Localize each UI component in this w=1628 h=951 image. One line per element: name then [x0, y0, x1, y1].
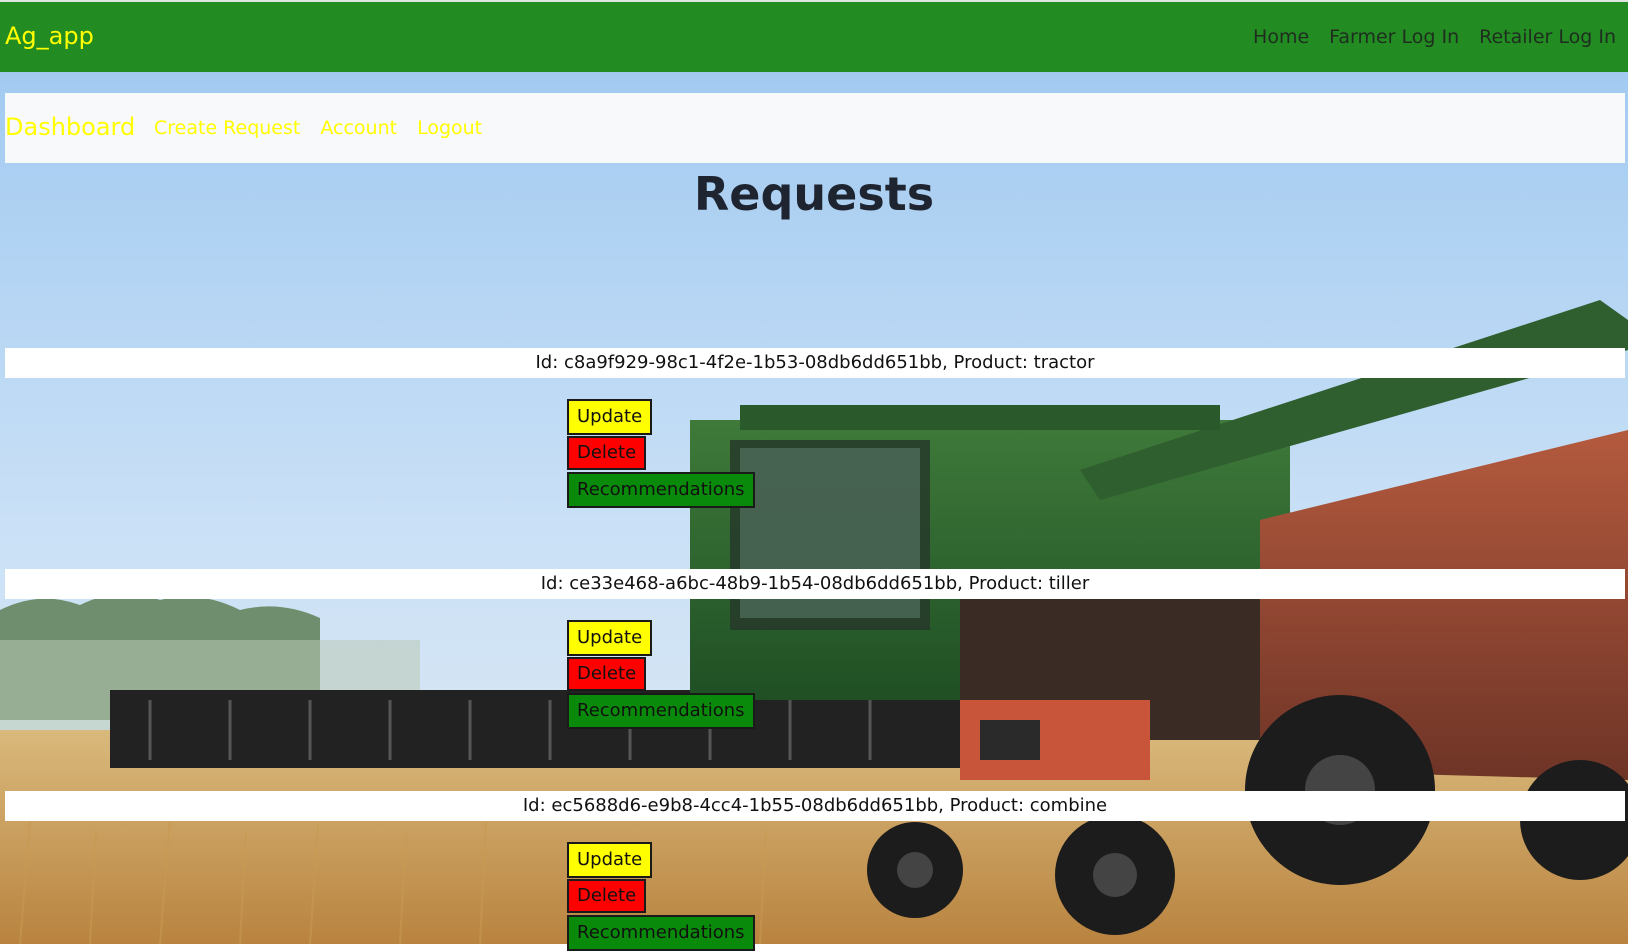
dashboard-navbar: Dashboard Create Request Account Logout: [5, 93, 1625, 163]
delete-button[interactable]: Delete: [567, 436, 647, 470]
update-button[interactable]: Update: [567, 620, 653, 656]
page-title: Requests: [693, 167, 935, 221]
nav-link-account[interactable]: Account: [320, 115, 397, 141]
recommendations-button[interactable]: Recommendations: [567, 472, 755, 508]
delete-button[interactable]: Delete: [567, 657, 647, 691]
nav-link-retailer-login[interactable]: Retailer Log In: [1479, 24, 1616, 50]
recommendations-button[interactable]: Recommendations: [567, 693, 755, 729]
update-button[interactable]: Update: [567, 842, 653, 878]
update-button[interactable]: Update: [567, 399, 653, 435]
request-summary: Id: ec5688d6-e9b8-4cc4-1b55-08db6dd651bb…: [5, 791, 1625, 821]
delete-button[interactable]: Delete: [567, 879, 647, 913]
brand-link[interactable]: Ag_app: [5, 21, 94, 51]
nav-link-create-request[interactable]: Create Request: [154, 115, 300, 141]
dashboard-nav-links: Create Request Account Logout: [154, 115, 482, 141]
top-navbar: Ag_app Home Farmer Log In Retailer Log I…: [0, 0, 1628, 72]
top-nav-links: Home Farmer Log In Retailer Log In: [1253, 24, 1616, 50]
request-summary: Id: c8a9f929-98c1-4f2e-1b53-08db6dd651bb…: [5, 348, 1625, 378]
nav-link-logout[interactable]: Logout: [417, 115, 482, 141]
dashboard-link[interactable]: Dashboard: [5, 112, 135, 142]
recommendations-button[interactable]: Recommendations: [567, 915, 755, 951]
request-summary: Id: ce33e468-a6bc-48b9-1b54-08db6dd651bb…: [5, 569, 1625, 599]
nav-link-farmer-login[interactable]: Farmer Log In: [1329, 24, 1459, 50]
nav-link-home[interactable]: Home: [1253, 24, 1309, 50]
